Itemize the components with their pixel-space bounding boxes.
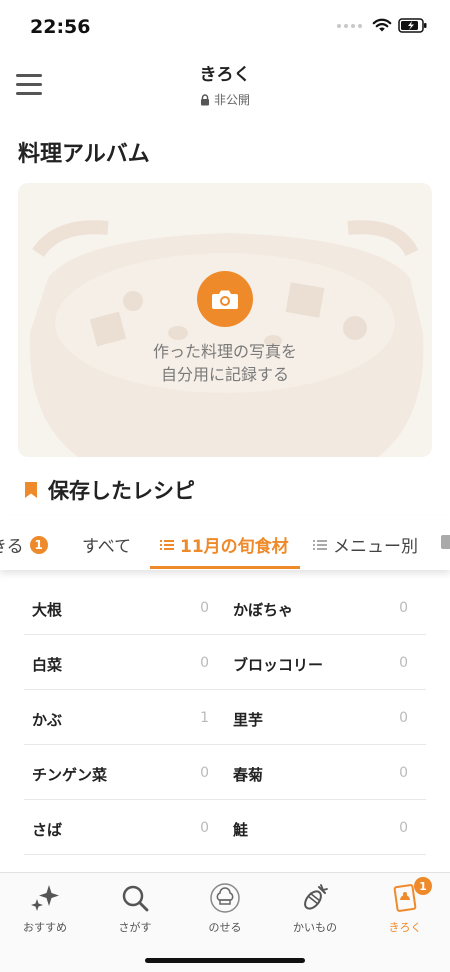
recipe-count: 0: [399, 765, 408, 781]
battery-icon: [398, 18, 427, 33]
more-tabs-icon[interactable]: [441, 535, 450, 549]
status-time: 22:56: [30, 16, 91, 38]
tab-badge: 1: [29, 535, 48, 554]
album-card[interactable]: 作った料理の写真を 自分用に記録する: [18, 183, 432, 457]
ingredient-name: チンゲン菜: [32, 766, 108, 784]
list-icon: [313, 539, 327, 550]
sparkle-icon: [31, 885, 59, 911]
ingredient-name: 白菜: [32, 656, 63, 674]
nav-label: きろく: [388, 921, 422, 934]
tab-kiru[interactable]: きる 1: [0, 532, 48, 557]
album-prompt-line2: 自分用に記録する: [160, 365, 289, 384]
nav-badge: 1: [414, 877, 432, 895]
search-icon: [122, 885, 149, 912]
active-tab-indicator: [150, 566, 300, 569]
nav-label: のせる: [208, 921, 242, 934]
recipe-count: 0: [200, 820, 209, 836]
privacy-status: 非公開: [0, 91, 450, 108]
ingredient-name: 鮭: [233, 821, 249, 839]
list-item[interactable]: かぶ 1: [24, 690, 225, 745]
nav-label: さがす: [118, 921, 152, 934]
list-item[interactable]: 春菊 0: [225, 745, 426, 800]
album-prompt: 作った料理の写真を 自分用に記録する: [18, 340, 432, 386]
nav-label: おすすめ: [23, 921, 67, 934]
list-item[interactable]: ブロッコリー 0: [225, 635, 426, 690]
tab-label: 11月の旬食材: [180, 537, 289, 557]
recipe-count: 0: [200, 765, 209, 781]
tab-label: メニュー別: [333, 537, 418, 557]
bookmark-icon: [25, 482, 37, 498]
tab-all[interactable]: すべて: [82, 532, 131, 557]
tab-by-menu[interactable]: メニュー別: [313, 532, 418, 557]
recipe-count: 0: [200, 600, 209, 616]
nav-record[interactable]: 1 きろく: [360, 877, 450, 943]
nav-recommend[interactable]: おすすめ: [0, 883, 90, 943]
table-row: チンゲン菜 0 春菊 0: [24, 745, 426, 800]
tab-label: きる: [0, 537, 24, 557]
home-indicator[interactable]: [145, 958, 305, 963]
nav-bar: きろく 非公開: [0, 52, 450, 120]
list-item[interactable]: かぼちゃ 0: [225, 580, 426, 635]
list-item[interactable]: 大根 0: [24, 580, 225, 635]
privacy-label: 非公開: [213, 93, 250, 107]
ingredient-name: 春菊: [233, 766, 264, 784]
ingredient-name: 里芋: [233, 711, 264, 729]
camera-button[interactable]: [197, 271, 253, 327]
wifi-icon: [372, 18, 392, 32]
ingredient-name: かぶ: [32, 711, 63, 729]
table-row: 大根 0 かぼちゃ 0: [24, 580, 426, 635]
ingredient-name: ブロッコリー: [233, 656, 324, 674]
tab-seasonal[interactable]: 11月の旬食材: [160, 532, 289, 557]
list-item[interactable]: 白菜 0: [24, 635, 225, 690]
nav-search[interactable]: さがす: [90, 883, 180, 943]
recipe-count: 0: [399, 820, 408, 836]
recipe-count: 1: [200, 710, 209, 726]
list-item[interactable]: 里芋 0: [225, 690, 426, 745]
saved-recipes-heading: 保存したレシピ: [24, 475, 195, 505]
lock-icon: [200, 93, 209, 105]
list-item[interactable]: 鮭 0: [225, 800, 426, 855]
recipe-count: 0: [399, 710, 408, 726]
ingredient-name: さば: [32, 821, 63, 839]
shopping-icon: [304, 884, 328, 910]
recipe-count: 0: [200, 655, 209, 671]
list-item[interactable]: さば 0: [24, 800, 225, 855]
recipe-count: 0: [399, 655, 408, 671]
table-row: かぶ 1 里芋 0: [24, 690, 426, 745]
table-row: さば 0 鮭 0: [24, 800, 426, 855]
nav-label: かいもの: [293, 921, 337, 934]
saved-recipes-title: 保存したレシピ: [48, 479, 195, 503]
album-title: 料理アルバム: [18, 142, 150, 167]
recipe-tabs: きる 1 すべて 11月の旬食材 メニュー別: [0, 516, 450, 570]
ingredient-name: かぼちゃ: [233, 601, 294, 619]
album-prompt-line1: 作った料理の写真を: [152, 342, 297, 361]
chef-hat-icon: [210, 883, 240, 913]
nav-post[interactable]: のせる: [180, 883, 270, 943]
ingredient-grid: 大根 0 かぼちゃ 0 白菜 0 ブロッコリー 0 かぶ 1 里芋 0 チンゲン…: [24, 580, 426, 855]
status-icons: [337, 18, 428, 33]
list-item[interactable]: チンゲン菜 0: [24, 745, 225, 800]
nav-shopping[interactable]: かいもの: [270, 883, 360, 943]
status-bar: 22:56: [0, 0, 450, 52]
signal-icon: [337, 23, 362, 28]
ingredient-name: 大根: [32, 601, 63, 619]
bottom-nav: おすすめ さがす のせる かいもの 1 きろく: [0, 872, 450, 972]
list-icon: [160, 539, 174, 550]
recipe-count: 0: [399, 600, 408, 616]
tab-label: すべて: [82, 537, 132, 557]
table-row: 白菜 0 ブロッコリー 0: [24, 635, 426, 690]
camera-icon: [212, 290, 238, 309]
page-title: きろく: [199, 65, 251, 85]
